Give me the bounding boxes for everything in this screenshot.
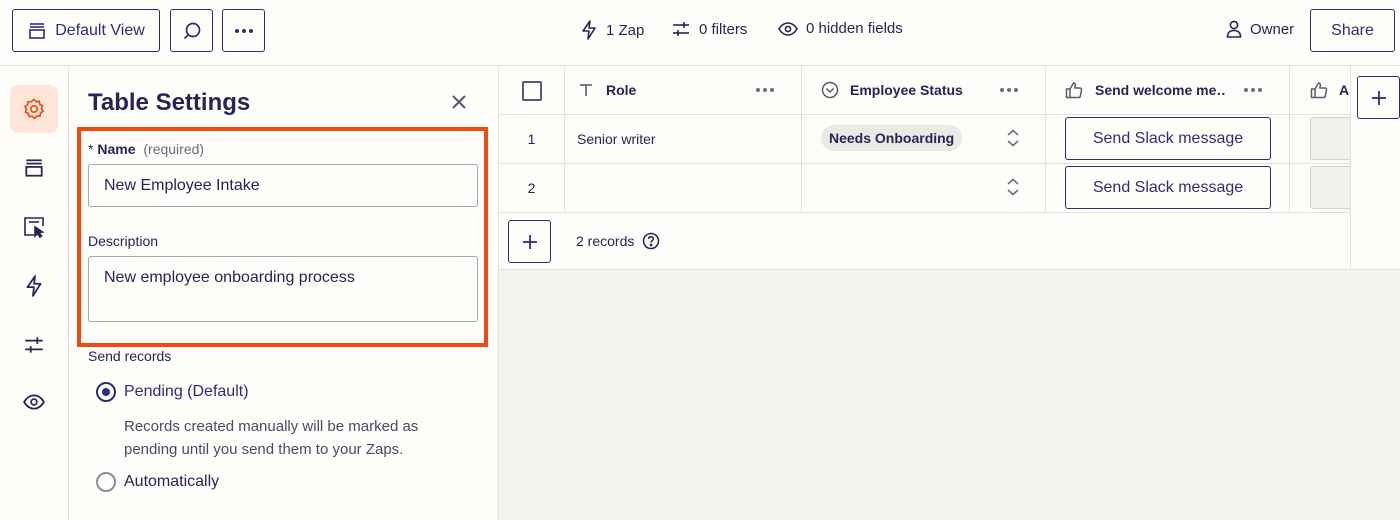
radio-pending-label: Pending (Default) — [124, 383, 249, 400]
rail-settings-button[interactable] — [10, 85, 58, 133]
row-number: 1 — [527, 131, 536, 147]
search-icon — [183, 22, 200, 39]
required-hint: (required) — [143, 141, 205, 157]
rail-views-button[interactable] — [10, 144, 58, 192]
top-toolbar: Default View 1 Zap 0 filters 0 hidden fi… — [0, 0, 1400, 66]
status-badge[interactable]: Needs Onboarding — [821, 125, 963, 151]
column-header-send-welcome[interactable]: Send welcome me… — [1045, 66, 1289, 114]
column-header-partial[interactable]: A — [1289, 66, 1350, 114]
cell-role[interactable]: Senior writer — [577, 131, 656, 147]
radio-pending-indicator[interactable] — [96, 382, 116, 402]
zap-count-label: 1 Zap — [606, 21, 645, 39]
table-settings-panel: Table Settings * Name (required) New Emp… — [69, 66, 499, 520]
record-count-label: 2 records — [576, 233, 635, 249]
filters-icon — [673, 22, 689, 36]
more-options-button[interactable] — [222, 9, 265, 52]
select-all-checkbox[interactable] — [522, 81, 542, 101]
eye-icon — [23, 394, 45, 410]
column-header-role[interactable]: Role — [564, 66, 801, 114]
thumbs-up-icon — [1310, 82, 1328, 99]
row-number: 2 — [527, 180, 536, 196]
thumbs-up-icon — [1065, 82, 1083, 99]
gear-icon — [23, 98, 45, 120]
radio-pending-description: Records created manually will be marked … — [124, 418, 419, 458]
filters-icon — [25, 337, 43, 353]
partial-action-button[interactable] — [1310, 166, 1350, 209]
eye-icon — [778, 21, 798, 36]
row-divider — [499, 114, 1350, 115]
column-menu-employee-status[interactable] — [1000, 88, 1018, 92]
filters-count[interactable]: 0 filters — [671, 20, 747, 38]
column-name-partial: A — [1339, 82, 1350, 98]
default-view-button[interactable]: Default View — [12, 9, 160, 52]
close-panel-button[interactable] — [447, 90, 471, 114]
share-button[interactable]: Share — [1310, 9, 1395, 52]
send-records-label: Send records — [88, 348, 172, 364]
rail-filters-button[interactable] — [10, 321, 58, 369]
owner-indicator[interactable]: Owner — [1226, 20, 1294, 38]
status-icon — [821, 81, 839, 99]
views-icon — [29, 22, 46, 39]
column-menu-role[interactable] — [756, 88, 774, 92]
hidden-fields-count[interactable]: 0 hidden fields — [778, 20, 903, 37]
share-label: Share — [1331, 21, 1374, 39]
zap-count[interactable]: 1 Zap — [580, 20, 644, 40]
hidden-fields-label: 0 hidden fields — [806, 20, 903, 37]
send-slack-message-button[interactable]: Send Slack message — [1065, 166, 1271, 209]
filters-count-label: 0 filters — [699, 20, 748, 38]
radio-automatically-label: Automatically — [124, 473, 220, 490]
column-menu-send-welcome[interactable] — [1244, 88, 1262, 92]
radio-automatically[interactable]: Automatically — [96, 472, 219, 492]
description-input[interactable]: New employee onboarding process — [88, 256, 478, 322]
plus-icon — [1371, 90, 1386, 105]
rail-forms-button[interactable] — [10, 203, 58, 251]
rail-zaps-button[interactable] — [10, 262, 58, 310]
zap-icon — [26, 275, 42, 297]
row-divider — [499, 163, 1350, 164]
name-field-label: * Name (required) — [88, 141, 204, 157]
chevron-up-down-icon[interactable] — [1005, 128, 1021, 148]
help-icon[interactable] — [642, 232, 660, 250]
more-icon — [234, 28, 253, 33]
column-name-role: Role — [606, 82, 637, 98]
close-icon — [452, 95, 466, 109]
text-icon — [580, 84, 592, 96]
radio-pending[interactable]: Pending (Default) — [96, 382, 249, 402]
row-divider — [499, 212, 1350, 213]
data-table: Role Employee Status Send welcome me… A … — [499, 66, 1350, 270]
user-icon — [1226, 20, 1242, 38]
name-input[interactable]: New Employee Intake — [88, 164, 478, 207]
name-label-text: Name — [97, 141, 136, 157]
views-icon — [25, 159, 43, 177]
radio-automatically-indicator[interactable] — [96, 472, 116, 492]
zap-icon — [582, 20, 596, 40]
column-name-send-welcome: Send welcome me… — [1095, 82, 1225, 98]
icon-rail — [0, 66, 69, 520]
add-column-button[interactable] — [1357, 76, 1400, 119]
send-slack-message-button[interactable]: Send Slack message — [1065, 117, 1271, 160]
table-grid-area: Role Employee Status Send welcome me… A … — [499, 66, 1400, 520]
required-marker: * — [88, 141, 94, 157]
record-count: 2 records — [576, 232, 660, 250]
partial-action-button[interactable] — [1310, 117, 1350, 160]
plus-icon — [522, 234, 537, 249]
column-header-employee-status[interactable]: Employee Status — [801, 66, 1045, 114]
owner-label: Owner — [1250, 20, 1295, 38]
add-record-button[interactable] — [508, 220, 551, 263]
description-field-label: Description — [88, 233, 159, 249]
search-button[interactable] — [170, 9, 213, 52]
rail-hidden-fields-button[interactable] — [10, 378, 58, 426]
chevron-up-down-icon[interactable] — [1005, 177, 1021, 197]
panel-title: Table Settings — [88, 89, 251, 116]
default-view-label: Default View — [55, 21, 145, 39]
form-icon — [24, 217, 45, 238]
column-name-employee-status: Employee Status — [850, 82, 963, 98]
